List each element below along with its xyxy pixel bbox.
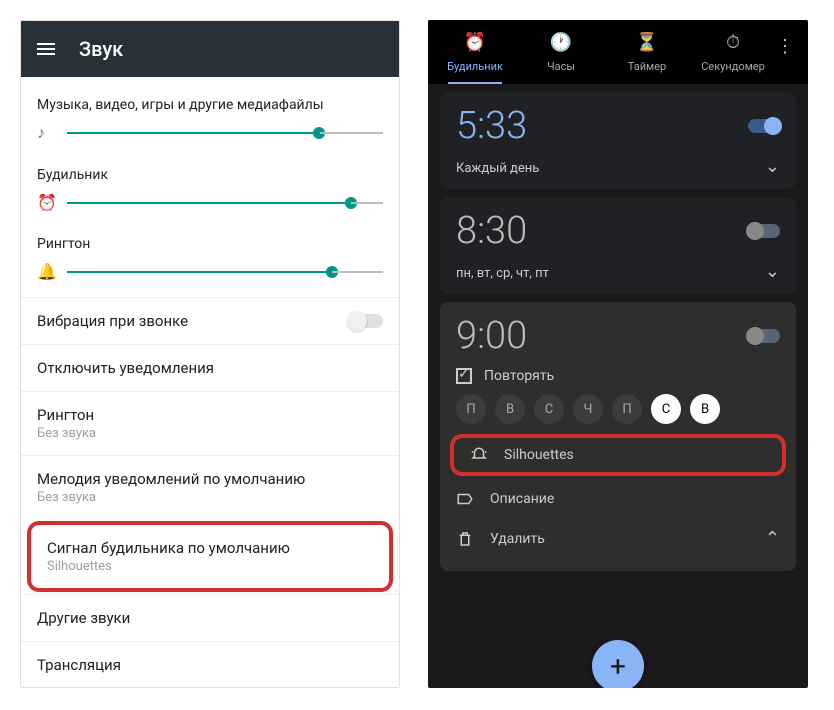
- alarm-toggle[interactable]: [748, 119, 780, 133]
- ring-volume: Рингтон 🔔: [21, 228, 399, 297]
- tab-clock[interactable]: 🕐 Часы: [518, 26, 604, 84]
- label-row[interactable]: Описание: [456, 480, 780, 518]
- add-alarm-button[interactable]: +: [592, 640, 644, 688]
- tab-stopwatch[interactable]: ⏱ Секундомер: [690, 26, 776, 84]
- alarm-volume: Будильник ⏰: [21, 159, 399, 228]
- media-slider[interactable]: [67, 132, 383, 134]
- header: Звук: [21, 21, 399, 77]
- alarm-toggle[interactable]: [748, 329, 780, 343]
- tab-alarm[interactable]: ⏰ Будильник: [432, 26, 518, 84]
- delete-row[interactable]: Удалить: [456, 530, 545, 548]
- notification-sound-row[interactable]: Мелодия уведомлений по умолчанию Без зву…: [21, 455, 399, 519]
- day-thu[interactable]: Ч: [573, 394, 603, 424]
- tab-timer[interactable]: ⏳ Таймер: [604, 26, 690, 84]
- alarm-time: 8:30: [456, 209, 527, 253]
- alarm-slider[interactable]: [67, 202, 383, 204]
- day-selector: П В С Ч П С В: [456, 394, 780, 424]
- other-sounds-row[interactable]: Другие звуки: [21, 594, 399, 641]
- day-wed[interactable]: С: [534, 394, 564, 424]
- day-sun[interactable]: В: [690, 394, 720, 424]
- day-mon[interactable]: П: [456, 394, 486, 424]
- chevron-down-icon[interactable]: ⌄: [765, 261, 780, 282]
- music-note-icon: ♪: [37, 123, 55, 143]
- default-alarm-sound-row[interactable]: Сигнал будильника по умолчанию Silhouett…: [31, 525, 389, 588]
- day-fri[interactable]: П: [612, 394, 642, 424]
- cast-row[interactable]: Трансляция: [21, 641, 399, 687]
- day-tue[interactable]: В: [495, 394, 525, 424]
- alarm-toggle[interactable]: [748, 224, 780, 238]
- alarm-item-1[interactable]: 5:33 Каждый день ⌄: [440, 92, 796, 189]
- alarm-icon: ⏰: [37, 193, 55, 212]
- more-icon[interactable]: ⋮: [776, 26, 804, 57]
- alarm-time[interactable]: 9:00: [456, 314, 527, 358]
- alarm-tone-row[interactable]: Silhouettes: [450, 434, 786, 476]
- repeat-row[interactable]: Повторять: [456, 368, 780, 384]
- hourglass-icon: ⏳: [604, 32, 690, 53]
- alarm-item-3-expanded: 9:00 Повторять П В С Ч П С В Silhouettes: [440, 302, 796, 571]
- stopwatch-icon: ⏱: [690, 32, 776, 53]
- content: Музыка, видео, игры и другие медиафайлы …: [21, 77, 399, 687]
- ring-slider[interactable]: [67, 271, 383, 273]
- day-sat[interactable]: С: [651, 394, 681, 424]
- vibrate-row[interactable]: Вибрация при звонке: [21, 297, 399, 344]
- clock-app-screen: ⏰ Будильник 🕐 Часы ⏳ Таймер ⏱ Секундомер…: [428, 20, 808, 688]
- chevron-up-icon[interactable]: ⌃: [765, 528, 780, 549]
- alarm-item-2[interactable]: 8:30 пн, вт, ср, чт, пт ⌄: [440, 197, 796, 294]
- chevron-down-icon[interactable]: ⌄: [765, 156, 780, 177]
- menu-icon[interactable]: [37, 43, 55, 55]
- tabs: ⏰ Будильник 🕐 Часы ⏳ Таймер ⏱ Секундомер…: [428, 20, 808, 84]
- ringtone-row[interactable]: Рингтон Без звука: [21, 391, 399, 455]
- mute-notifications-row[interactable]: Отключить уведомления: [21, 344, 399, 391]
- ringing-bell-icon: [470, 446, 488, 464]
- trash-icon: [456, 530, 474, 548]
- vibrate-toggle[interactable]: [349, 314, 383, 328]
- alarm-clock-icon: ⏰: [432, 32, 518, 53]
- bell-icon: 🔔: [37, 262, 55, 281]
- clock-icon: 🕐: [518, 32, 604, 53]
- label-icon: [456, 490, 474, 508]
- sound-settings-screen: Звук Музыка, видео, игры и другие медиаф…: [20, 20, 400, 688]
- page-title: Звук: [79, 37, 123, 61]
- alarm-time: 5:33: [456, 104, 527, 148]
- media-volume: Музыка, видео, игры и другие медиафайлы …: [21, 89, 399, 159]
- repeat-checkbox[interactable]: [456, 368, 472, 384]
- alarm-list: 5:33 Каждый день ⌄ 8:30 пн, вт, ср, чт, …: [428, 84, 808, 688]
